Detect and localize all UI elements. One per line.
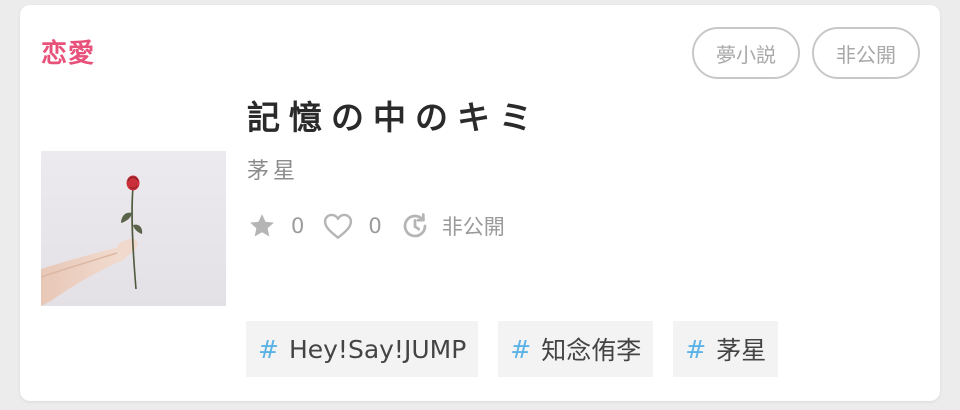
hash-icon: #	[510, 334, 532, 364]
private-badge: 非公開	[812, 27, 920, 79]
story-card[interactable]: 恋愛 夢小説 非公開 記憶の中のキミ 茅星 0 0 非公開 # Hey!Say!…	[20, 5, 940, 401]
story-title[interactable]: 記憶の中のキミ	[247, 91, 541, 139]
badge-group: 夢小説 非公開	[692, 27, 920, 79]
likes-count: 0	[368, 214, 382, 238]
author-name[interactable]: 茅星	[247, 153, 299, 185]
tag-label: Hey!Say!JUMP	[288, 334, 467, 364]
tag-chinen-yuri[interactable]: # 知念侑李	[498, 321, 654, 377]
history-icon	[403, 213, 427, 238]
likes-stat[interactable]: 0	[322, 211, 382, 241]
tag-label: 茅星	[716, 336, 767, 365]
tag-list: # Hey!Say!JUMP # 知念侑李 # 茅星	[246, 321, 779, 377]
visibility-stat: 非公開	[400, 211, 505, 241]
tag-hey-say-jump[interactable]: # Hey!Say!JUMP	[246, 321, 479, 377]
visibility-label: 非公開	[441, 215, 505, 239]
hash-icon: #	[258, 334, 279, 364]
stars-stat[interactable]: 0	[247, 211, 304, 241]
genre-label: 恋愛	[41, 39, 96, 69]
heart-icon	[324, 213, 353, 240]
tag-label: 知念侑李	[541, 336, 642, 365]
star-icon	[250, 214, 274, 237]
rose-illustration	[41, 151, 226, 306]
stars-count: 0	[291, 214, 305, 238]
hash-icon: #	[685, 334, 707, 364]
story-stats: 0 0 非公開	[247, 211, 523, 241]
dream-novel-badge: 夢小説	[692, 27, 800, 79]
cover-image[interactable]	[41, 151, 226, 306]
tag-author[interactable]: # 茅星	[673, 321, 779, 377]
